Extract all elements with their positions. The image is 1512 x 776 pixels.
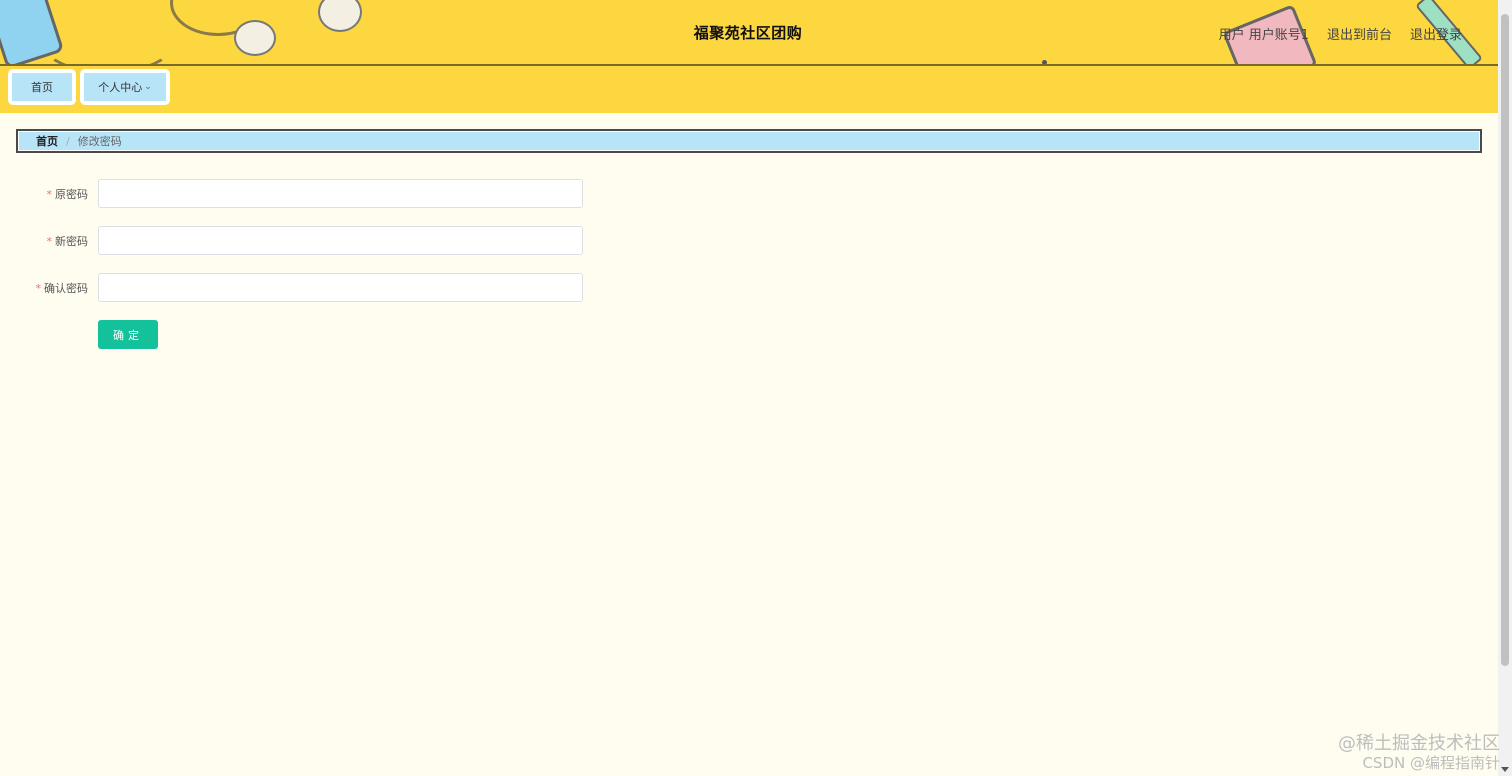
nav-menu: 首页 个人中心 ⌄ — [0, 66, 1498, 113]
new-password-row: * 新密码 — [0, 226, 600, 256]
new-password-label-text: 新密码 — [55, 235, 88, 248]
required-mark: * — [46, 235, 53, 248]
header-actions: 用户 用户账号1 退出到前台 退出登录 — [1219, 24, 1462, 43]
old-password-label: * 原密码 — [47, 186, 89, 202]
nav-item-personal-center-inner: 个人中心 ⌄ — [84, 73, 166, 101]
new-password-input[interactable] — [98, 226, 583, 255]
old-password-label-text: 原密码 — [55, 188, 88, 201]
confirm-password-label-text: 确认密码 — [44, 282, 88, 295]
nav-item-home-label: 首页 — [31, 81, 53, 94]
required-mark: * — [35, 282, 42, 295]
back-to-front-link[interactable]: 退出到前台 — [1327, 24, 1392, 43]
user-account: 用户账号1 — [1248, 28, 1309, 43]
nav-item-home[interactable]: 首页 — [8, 69, 76, 105]
nav-item-home-inner: 首页 — [12, 73, 72, 101]
breadcrumb-separator: / — [66, 134, 70, 148]
submit-button[interactable]: 确定 — [98, 320, 158, 349]
logout-link[interactable]: 退出登录 — [1410, 24, 1462, 43]
scroll-down-arrow-icon[interactable] — [1501, 767, 1509, 772]
site-title-text: 福聚苑社区团购 — [693, 24, 803, 42]
watermark: @稀土掘金技术社区 CSDN @编程指南针 — [1338, 733, 1500, 772]
chevron-down-icon: ⌄ — [144, 82, 152, 92]
watermark-line-2: CSDN @编程指南针 — [1362, 753, 1500, 772]
new-password-label: * 新密码 — [47, 233, 89, 249]
watermark-line-1: @稀土掘金技术社区 — [1338, 733, 1500, 755]
required-mark: * — [46, 188, 53, 201]
old-password-row: * 原密码 — [0, 179, 600, 209]
confirm-password-label: * 确认密码 — [36, 280, 89, 296]
nav-item-personal-center-label: 个人中心 — [98, 81, 143, 94]
confirm-password-row: * 确认密码 — [0, 273, 600, 303]
scrollbar[interactable] — [1498, 0, 1512, 776]
confirm-password-input[interactable] — [98, 273, 583, 302]
user-role: 用户 — [1218, 28, 1245, 43]
user-info: 用户 用户账号1 — [1219, 24, 1309, 43]
dot-decoration — [1042, 60, 1047, 64]
old-password-input[interactable] — [98, 179, 583, 208]
nav-item-personal-center[interactable]: 个人中心 ⌄ — [80, 69, 170, 105]
top-header: 福聚苑社区团购 用户 用户账号1 退出到前台 退出登录 — [0, 0, 1498, 66]
breadcrumb: 首页 / 修改密码 — [16, 129, 1482, 153]
breadcrumb-current: 修改密码 — [77, 135, 122, 148]
breadcrumb-home[interactable]: 首页 — [36, 133, 58, 149]
scrollbar-thumb[interactable] — [1501, 14, 1509, 666]
